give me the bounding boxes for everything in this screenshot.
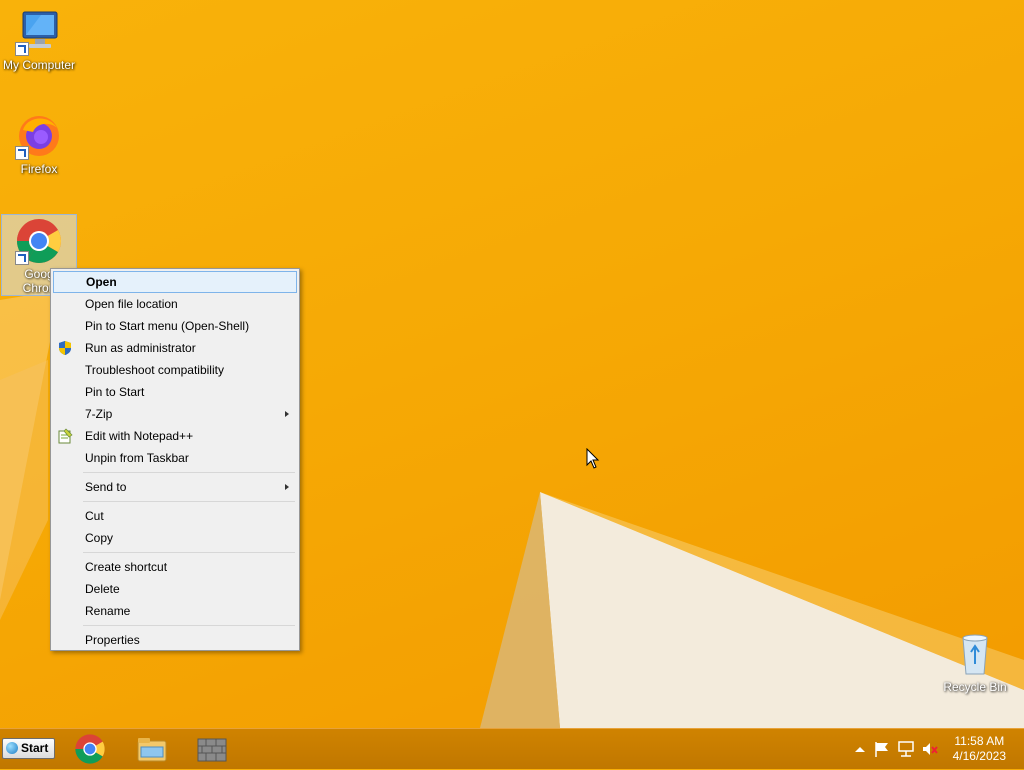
desktop-icon-label: My Computer	[2, 58, 76, 72]
desktop-icon-label: Recycle Bin	[943, 680, 1007, 694]
menu-item-open-file-location[interactable]: Open file location	[53, 293, 297, 315]
submenu-arrow-icon	[285, 411, 289, 417]
volume-button[interactable]	[920, 739, 940, 759]
volume-muted-icon	[923, 743, 938, 755]
menu-item-properties[interactable]: Properties	[53, 629, 297, 651]
taskbar-clock[interactable]: 11:58 AM 4/16/2023	[953, 734, 1006, 764]
menu-separator	[83, 472, 295, 473]
firewall-icon	[197, 738, 227, 762]
menu-item-unpin-from-taskbar[interactable]: Unpin from Taskbar	[53, 447, 297, 469]
action-center-flag-icon	[875, 742, 888, 757]
taskbar-file-explorer-button[interactable]	[136, 733, 168, 765]
chrome-icon	[75, 734, 105, 764]
submenu-arrow-icon	[285, 484, 289, 490]
action-center-button[interactable]	[872, 739, 892, 759]
file-explorer-icon	[137, 738, 167, 762]
menu-item-create-shortcut[interactable]: Create shortcut	[53, 556, 297, 578]
menu-item-troubleshoot-compatibility[interactable]: Troubleshoot compatibility	[53, 359, 297, 381]
show-hidden-icons-button[interactable]	[850, 739, 870, 759]
chrome-icon	[15, 217, 63, 265]
start-button[interactable]: Start	[2, 738, 55, 759]
desktop-icon-firefox[interactable]: Firefox	[1, 112, 77, 176]
network-button[interactable]	[896, 739, 916, 759]
desktop-icon-my-computer[interactable]: My Computer	[1, 8, 77, 72]
clock-time: 11:58 AM	[954, 734, 1005, 748]
clock-date: 4/16/2023	[952, 749, 1006, 763]
menu-item-rename[interactable]: Rename	[53, 600, 297, 622]
menu-item-7-zip[interactable]: 7-Zip	[53, 403, 297, 425]
network-icon	[898, 741, 914, 757]
menu-item-pin-to-start-menu-open-shell[interactable]: Pin to Start menu (Open-Shell)	[53, 315, 297, 337]
recycle-bin-icon	[951, 630, 999, 678]
menu-item-delete[interactable]: Delete	[53, 578, 297, 600]
firefox-icon	[15, 112, 63, 160]
taskbar-firewall-button[interactable]	[196, 733, 228, 765]
notepadpp-icon	[57, 428, 73, 444]
menu-item-copy[interactable]: Copy	[53, 527, 297, 549]
menu-item-pin-to-start[interactable]: Pin to Start	[53, 381, 297, 403]
menu-separator	[83, 501, 295, 502]
show-hidden-icons-icon	[855, 747, 865, 752]
menu-item-open[interactable]: Open	[53, 271, 297, 293]
computer-icon	[15, 8, 63, 56]
start-orb-icon	[6, 742, 18, 754]
menu-item-run-as-administrator[interactable]: Run as administrator	[53, 337, 297, 359]
menu-separator	[83, 625, 295, 626]
desktop-icon-recycle-bin[interactable]: Recycle Bin	[937, 630, 1013, 694]
desktop-icon-label: Firefox	[20, 162, 58, 176]
taskbar-chrome-button[interactable]	[74, 733, 106, 765]
menu-item-send-to[interactable]: Send to	[53, 476, 297, 498]
context-menu: Open Open file location Pin to Start men…	[50, 268, 300, 651]
uac-shield-icon	[57, 340, 73, 356]
menu-separator	[83, 552, 295, 553]
taskbar: Start 11:58 AM 4/16/2023	[0, 728, 1024, 769]
menu-item-edit-with-notepadpp[interactable]: Edit with Notepad++	[53, 425, 297, 447]
mouse-pointer-icon	[586, 448, 600, 469]
menu-item-cut[interactable]: Cut	[53, 505, 297, 527]
